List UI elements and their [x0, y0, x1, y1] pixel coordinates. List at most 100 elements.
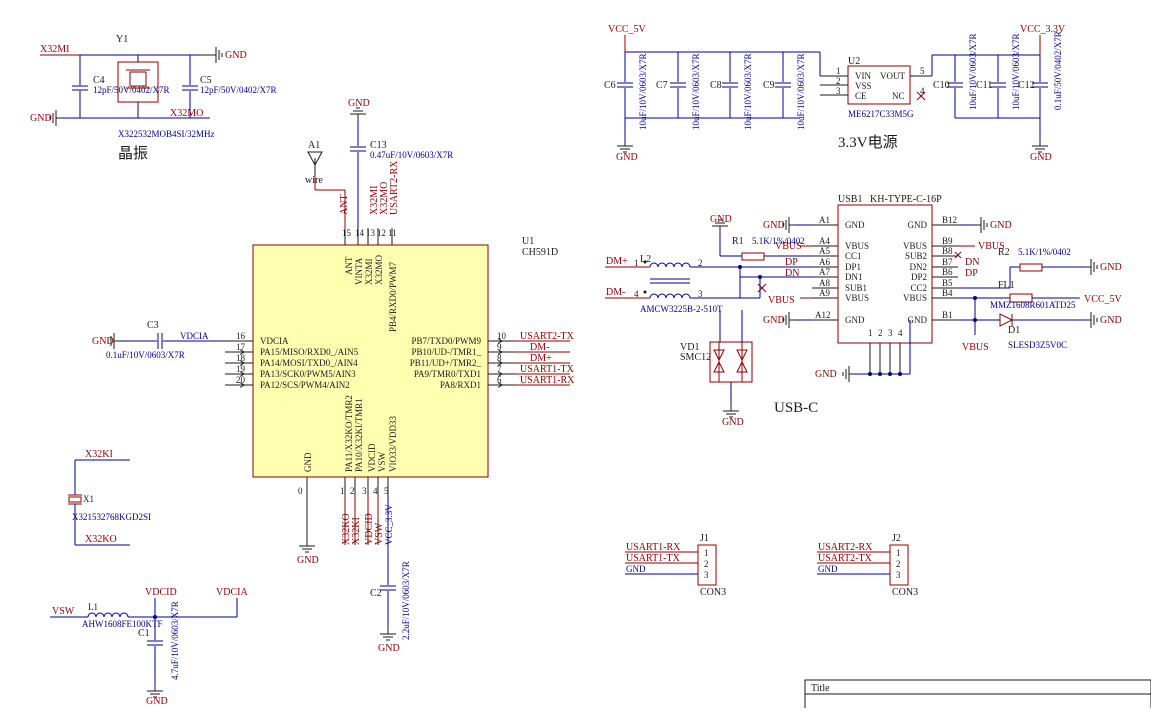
l2-part: AMCW3225B-2-510T — [640, 304, 723, 314]
usb1-pin-num-bottom: 1 — [868, 328, 873, 338]
c7-ref: C7 — [656, 80, 668, 91]
u2-pin-name: CE — [855, 91, 867, 101]
gnd-label-c13: GND — [348, 98, 370, 109]
ic-u1-ch591d[interactable]: U1 CH591D 15 14 13 12 11 ANT VINTA X32MI… — [225, 228, 575, 654]
u1-pin-name-left: PA15/MISO/RXD0_/AIN5 — [260, 347, 359, 357]
net-label-dn-b7: DN — [965, 257, 979, 268]
usb1-pin-num-left: A6 — [819, 257, 830, 267]
u1-pin-name-top: X32MO — [374, 254, 384, 285]
usb1-pin-name-right: VBUS — [903, 293, 927, 303]
crystal-section-title: 晶振 — [118, 145, 148, 162]
usb1-pin-name-left: DP1 — [845, 262, 861, 272]
c11-value: 10uF/10V/0603/X7R — [1011, 33, 1021, 110]
u1-pin-name-left: PA14/MOSI/TXD0_/AIN4 — [260, 358, 358, 368]
net-label-dp: DM+ — [530, 353, 552, 364]
u1-pin-name-bottom: VDCID — [367, 443, 377, 472]
u1-pin-name-left: VDCIA — [260, 336, 289, 346]
u1-pin-num-left: 16 — [236, 331, 246, 341]
gnd-label-usb1-a1: GND — [763, 220, 785, 231]
vd1-part: SMC12 — [680, 352, 711, 363]
c8-ref: C8 — [710, 80, 722, 91]
net-label-vbus-a9: VBUS — [768, 295, 795, 306]
u2-pin-name: VIN — [855, 71, 871, 81]
j2-pin-num: 1 — [896, 548, 901, 558]
net-label-x1-x32ko: X32KO — [85, 534, 117, 545]
usb1-pin-name-right: GND — [908, 220, 928, 230]
u1-pin-num-bottom: 0 — [298, 486, 303, 496]
u1-pin-name-bottom: PA10/X32KI/TMR1 — [354, 398, 364, 472]
usb1-part: KH-TYPE-C-16P — [870, 194, 942, 205]
usb1-pin-name-right: DN2 — [910, 262, 928, 272]
usb1-pin-num-left: A8 — [819, 278, 830, 288]
resistor-r1[interactable] — [741, 252, 765, 261]
c5-value: 12pF/50V/0402/X7R — [200, 85, 277, 95]
net-label-dp-b6: DP — [965, 268, 978, 279]
j2-ref: J2 — [892, 533, 901, 544]
choke-l2[interactable] — [643, 260, 691, 299]
resistor-r2[interactable] — [1019, 263, 1043, 272]
usb1-pin-name-right: DP2 — [911, 272, 927, 282]
usb1-pin-num-left: A5 — [819, 246, 830, 256]
u1-pin-num-right: 6 — [497, 375, 502, 385]
usb1-pin-num-bottom: 2 — [878, 328, 883, 338]
u2-pin-num: 2 — [836, 76, 841, 86]
u1-pin-num-top: 11 — [388, 228, 397, 238]
usbc-section: USB1 KH-TYPE-C-16P A1 A4 A5 A6 A7 A8 A9 … — [605, 194, 1123, 428]
c13-value: 0.47uF/10V/0603/X7R — [370, 150, 453, 160]
crystal-x1[interactable]: X32KI X1 X321532768KGD2SI X32KO — [68, 449, 151, 546]
net-label-u1-x32ki: X32KI — [351, 517, 362, 545]
inductor-l1[interactable] — [87, 612, 129, 618]
usb1-pin-name-left: GND — [845, 315, 865, 325]
usb1-ref: USB1 — [838, 194, 862, 205]
r2-value: 5.1K/1%/0402 — [1018, 247, 1071, 257]
gnd-label-d1: GND — [1100, 315, 1122, 326]
gnd-label-r2: GND — [1100, 262, 1122, 273]
c2-value: 2.2uF/10V/0603/X7R — [401, 561, 411, 640]
u1-pin-name-right: PA8/RXD1 — [440, 380, 481, 390]
usb1-pin-name-left: GND — [845, 220, 865, 230]
d1-part: SLESD3Z5V0C — [1008, 340, 1067, 350]
gnd-label-y1: GND — [225, 50, 247, 61]
c3-ref: C3 — [147, 320, 159, 331]
net-label-vdcia-2: VDCIA — [216, 587, 248, 598]
net-label-vdcia: VDCIA — [180, 331, 209, 341]
usb1-pin-num-bottom: 4 — [898, 328, 903, 338]
usb1-pin-num-right: B6 — [942, 267, 953, 277]
connector-j1[interactable]: J1 CON3 1 2 3 USART1-RX USART1-TX GND — [625, 533, 726, 598]
net-label-l2-dm: DM- — [606, 287, 625, 298]
u2-pin-num: 5 — [920, 66, 925, 76]
net-label-vcc5v-usb: VCC_5V — [1084, 294, 1123, 305]
usb1-pin-num-left: A12 — [815, 310, 831, 320]
net-label-usart1-rx: USART1-RX — [520, 375, 575, 386]
power-section: VCC_5V GND C6 C7 C8 C9 10uF/10V/0603/X7R… — [604, 24, 1066, 163]
net-label-l1-vsw: VSW — [52, 606, 75, 617]
antenna-section: A1 wire ANT GND C13 0.47uF/10V/0603/X7R … — [305, 98, 453, 230]
u2-part: ME6217C33M5G — [848, 109, 914, 119]
usb1-pin-name-right: SUB2 — [905, 251, 927, 261]
u1-pin-name-right: PB7/TXD0/PWM9 — [411, 336, 481, 346]
u1-pin-name-top: PB4/RXD0/PWM7 — [388, 261, 398, 332]
ldo-u2[interactable]: 1 2 3 5 4 VIN VSS CE VOUT NC U2 ME6217C3… — [820, 56, 932, 119]
net-label-x32mi: X32MI — [40, 44, 69, 55]
c6-value: 10uF/10V/0603/X7R — [638, 53, 648, 130]
connector-j2[interactable]: J2 CON3 1 2 3 USART2-RX USART2-TX GND — [817, 533, 918, 598]
u1-pin-name-top: X32MI — [364, 258, 374, 285]
schematic-sheet: X32MI GND GND C4 12pF/50V/0402/X7R C5 12… — [0, 0, 1151, 711]
usb1-pin-name-left: CC1 — [845, 251, 862, 261]
u1-pin-num-left: 19 — [236, 364, 246, 374]
j1-part: CON3 — [700, 587, 726, 598]
u1-pin-num-right: 9 — [497, 342, 502, 352]
c8-value: 10uF/10V/0603/X7R — [743, 53, 753, 130]
u1-pin-num-right: 7 — [497, 364, 502, 374]
u2-pin-name: VSS — [855, 81, 872, 91]
power-section-title: 3.3V电源 — [838, 134, 898, 151]
u1-pin-name-right: PB11/UD+/TMR2_ — [410, 358, 482, 368]
u1-pin-num-top: 14 — [355, 228, 365, 238]
gnd-label-power-out: GND — [1030, 152, 1052, 163]
tvs-vd1[interactable] — [709, 341, 753, 383]
usb1-pin-num-right: B7 — [942, 257, 953, 267]
usb1-pin-num-left: A1 — [819, 215, 830, 225]
u2-pin-num: 3 — [836, 86, 841, 96]
u1-pin-name-bottom: VIO33/VDD33 — [388, 416, 398, 472]
u1-pin-name-top: VINTA — [354, 257, 364, 285]
